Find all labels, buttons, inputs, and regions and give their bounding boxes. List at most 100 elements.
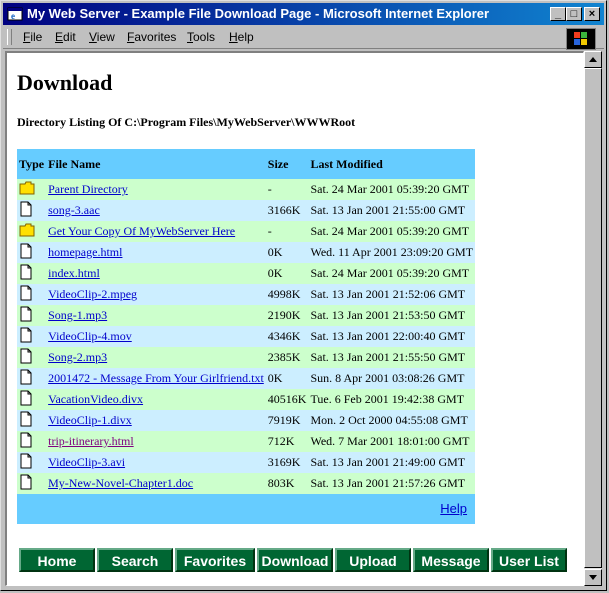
file-link[interactable]: Parent Directory [48,182,128,196]
file-link[interactable]: VacationVideo.divx [48,392,143,406]
user-list-button[interactable]: User List [491,548,567,572]
message-button[interactable]: Message [413,548,489,572]
file-name-cell: song-3.aac [46,200,266,221]
menu-edit[interactable]: Edit [55,30,76,44]
last-modified-cell: Sat. 13 Jan 2001 21:52:06 GMT [308,284,476,305]
last-modified-cell: Sat. 24 Mar 2001 05:39:20 GMT [308,179,476,200]
file-link[interactable]: 2001472 - Message From Your Girlfriend.t… [48,371,264,385]
window-title: My Web Server - Example File Download Pa… [27,6,490,21]
file-link[interactable]: VideoClip-4.mov [48,329,132,343]
table-header-row: Type File Name Size Last Modified [17,149,476,179]
last-modified-cell: Sat. 24 Mar 2001 05:39:20 GMT [308,221,476,242]
file-name-cell: My-New-Novel-Chapter1.doc [46,473,266,494]
file-link[interactable]: Song-2.mp3 [48,350,107,364]
page-title: Download [17,70,113,95]
windows-logo-throbber [566,28,596,50]
menu-help[interactable]: Help [229,30,254,44]
file-link[interactable]: song-3.aac [48,203,100,217]
table-row: trip-itinerary.html 712K Wed. 7 Mar 2001 1… [17,431,476,452]
file-size-cell: 712K [265,431,309,452]
file-name-cell: VacationVideo.divx [46,389,266,410]
last-modified-cell: Wed. 11 Apr 2001 23:09:20 GMT [308,242,476,263]
file-link[interactable]: index.html [48,266,100,280]
menu-file[interactable]: File [23,30,42,44]
file-icon [17,326,47,347]
file-icon [17,263,47,284]
file-link[interactable]: My-New-Novel-Chapter1.doc [48,476,193,490]
file-icon [17,305,47,326]
internet-explorer-icon: e [7,7,23,21]
file-link[interactable]: Song-1.mp3 [48,308,107,322]
last-modified-cell: Sat. 13 Jan 2001 21:57:26 GMT [308,473,476,494]
file-link[interactable]: VideoClip-3.avi [48,455,125,469]
minimize-button[interactable]: _ [550,7,566,21]
table-row: VideoClip-3.avi 3169K Sat. 13 Jan 2001 21:… [17,452,476,473]
last-modified-cell: Sat. 13 Jan 2001 21:55:00 GMT [308,200,476,221]
file-icon [17,200,47,221]
windows-logo-icon [574,32,587,45]
help-link[interactable]: Help [440,501,467,516]
title-bar[interactable]: e My Web Server - Example File Download … [3,3,604,25]
file-size-cell: - [265,221,309,242]
file-icon [17,410,47,431]
scroll-thumb[interactable] [584,68,602,568]
column-size: Size [265,149,309,179]
file-name-cell: index.html [46,263,266,284]
file-size-cell: 3169K [265,452,309,473]
file-name-cell: 2001472 - Message From Your Girlfriend.t… [46,368,266,389]
table-row: Get Your Copy Of MyWebServer Here - Sat. 2… [17,221,476,242]
table-row: Parent Directory - Sat. 24 Mar 2001 05:39:… [17,179,476,200]
file-name-cell: Song-2.mp3 [46,347,266,368]
file-icon [17,347,47,368]
browser-window: e My Web Server - Example File Download … [0,0,607,591]
arrow-down-icon [589,575,597,580]
last-modified-cell: Sat. 13 Jan 2001 21:53:50 GMT [308,305,476,326]
menu-favorites[interactable]: Favorites [127,30,176,44]
file-link[interactable]: homepage.html [48,245,122,259]
file-link[interactable]: VideoClip-2.mpeg [48,287,137,301]
table-row: VideoClip-1.divx 7919K Mon. 2 Oct 2000 04:… [17,410,476,431]
last-modified-cell: Sat. 13 Jan 2001 21:49:00 GMT [308,452,476,473]
table-row: homepage.html 0K Wed. 11 Apr 2001 23:09:20… [17,242,476,263]
folder-icon [17,221,47,242]
file-icon [17,368,47,389]
last-modified-cell: Wed. 7 Mar 2001 18:01:00 GMT [308,431,476,452]
file-size-cell: 0K [265,368,309,389]
file-listing-table: Type File Name Size Last Modified Parent… [17,149,476,524]
scroll-up-button[interactable] [584,51,602,68]
file-link[interactable]: VideoClip-1.divx [48,413,132,427]
menu-tools[interactable]: Tools [187,30,215,44]
table-row: VideoClip-4.mov 4346K Sat. 13 Jan 2001 22:… [17,326,476,347]
column-type: Type [17,149,47,179]
file-name-cell: VideoClip-3.avi [46,452,266,473]
upload-button[interactable]: Upload [335,548,411,572]
file-size-cell: 0K [265,242,309,263]
folder-icon [17,179,47,200]
table-row: 2001472 - Message From Your Girlfriend.t… [17,368,476,389]
file-icon [17,431,47,452]
vertical-scrollbar[interactable] [584,51,602,586]
file-link[interactable]: trip-itinerary.html [48,434,134,448]
scroll-down-button[interactable] [584,569,602,586]
last-modified-cell: Sat. 13 Jan 2001 22:00:40 GMT [308,326,476,347]
menu-bar: File Edit View Favorites Tools Help [3,26,604,50]
maximize-button[interactable]: □ [566,7,582,21]
home-button[interactable]: Home [19,548,95,572]
table-row: VacationVideo.divx 40516K Tue. 6 Feb 2001 … [17,389,476,410]
file-size-cell: 2190K [265,305,309,326]
file-name-cell: Get Your Copy Of MyWebServer Here [46,221,266,242]
download-button[interactable]: Download [257,548,333,572]
page-viewport: Download Directory Listing Of C:\Program… [5,51,584,586]
nav-button-bar: Home Search Favorites Download Upload Message… [19,548,569,572]
file-size-cell: 4346K [265,326,309,347]
file-name-cell: VideoClip-1.divx [46,410,266,431]
file-link[interactable]: Get Your Copy Of MyWebServer Here [48,224,235,238]
file-icon [17,389,47,410]
favorites-button[interactable]: Favorites [175,548,255,572]
file-size-cell: 803K [265,473,309,494]
menu-view[interactable]: View [89,30,115,44]
menu-grip [7,29,12,45]
last-modified-cell: Tue. 6 Feb 2001 19:42:38 GMT [308,389,476,410]
close-button[interactable]: × [584,7,600,21]
search-button[interactable]: Search [97,548,173,572]
